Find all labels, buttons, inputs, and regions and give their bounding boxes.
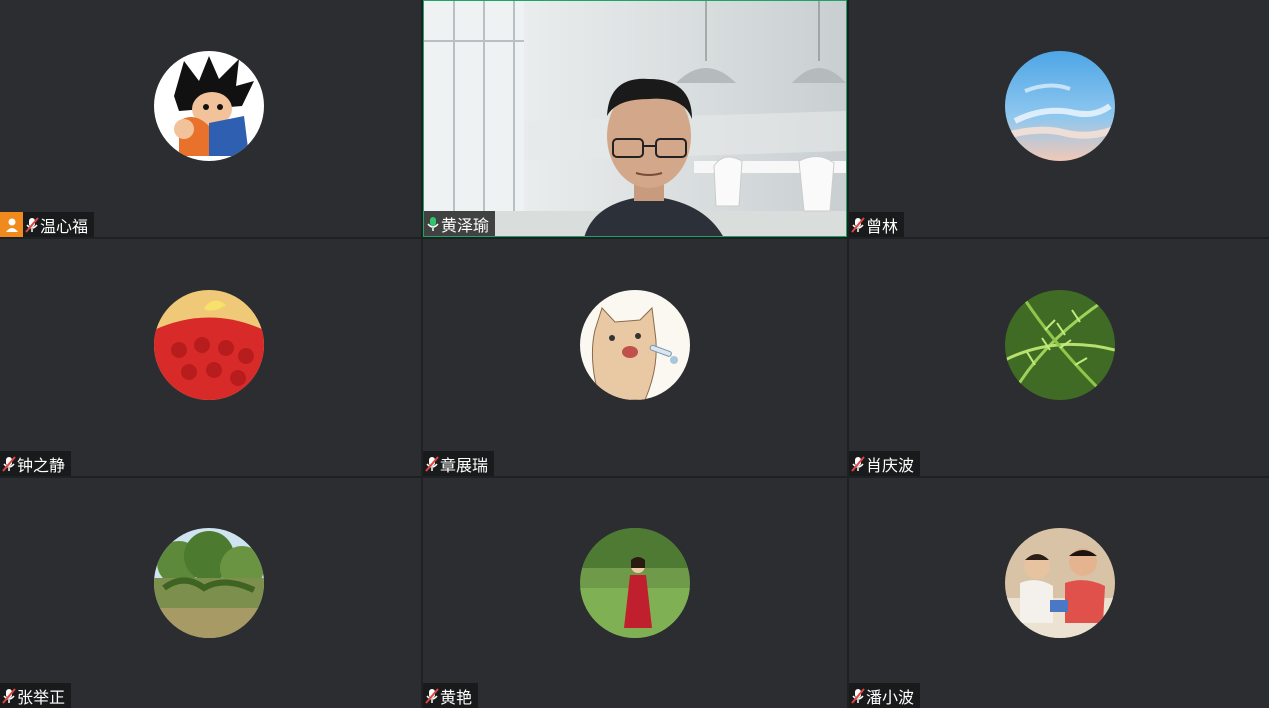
children-playing-avatar <box>1005 528 1115 638</box>
video-grid: 温心福 黄泽瑜 曾林 钟之静 章展瑞 肖庆波 张举正 黄艳 潘小波 <box>0 0 1269 708</box>
mic-muted-icon <box>851 216 865 233</box>
mic-muted-icon <box>851 687 865 704</box>
mic-muted-icon <box>851 455 865 472</box>
mic-muted-icon <box>25 216 39 233</box>
participant-name-tag: 曾林 <box>849 212 905 237</box>
participant-name-tag: 黄艳 <box>423 683 479 708</box>
participant-name: 黄泽瑜 <box>441 215 490 235</box>
participant-name-tag: 黄泽瑜 <box>424 211 496 236</box>
host-icon <box>0 212 23 237</box>
mic-muted-icon <box>425 455 439 472</box>
red-fruit-avatar <box>154 290 264 400</box>
mic-muted-icon <box>2 455 16 472</box>
participant-name-tag: 肖庆波 <box>849 451 921 476</box>
mic-on-icon <box>426 216 440 232</box>
mic-muted-icon <box>425 687 439 704</box>
participant-name-tag: 张举正 <box>0 683 72 708</box>
participant-tile[interactable]: 温心福 <box>0 0 421 237</box>
cat-drawing-avatar <box>580 290 690 400</box>
participant-tile[interactable]: 肖庆波 <box>849 239 1269 476</box>
participant-name: 章展瑞 <box>440 455 489 475</box>
participant-name-tag: 潘小波 <box>849 683 921 708</box>
blue-sky-avatar <box>1005 51 1115 161</box>
participant-tile[interactable]: 黄艳 <box>423 478 847 708</box>
woman-in-park-avatar <box>580 528 690 638</box>
fern-leaves-avatar <box>1005 290 1115 400</box>
mic-muted-icon <box>2 687 16 704</box>
cartoon-boy-avatar <box>154 51 264 161</box>
participant-name-tag: 钟之静 <box>0 451 72 476</box>
participant-tile[interactable]: 张举正 <box>0 478 421 708</box>
participant-name-tag: 温心福 <box>0 212 95 237</box>
live-video <box>424 1 846 236</box>
participant-name: 曾林 <box>866 216 899 236</box>
participant-tile[interactable]: 潘小波 <box>849 478 1269 708</box>
participant-name: 黄艳 <box>440 687 473 707</box>
participant-tile[interactable]: 章展瑞 <box>423 239 847 476</box>
participant-name: 张举正 <box>17 687 66 707</box>
participant-tile[interactable]: 钟之静 <box>0 239 421 476</box>
participant-name: 温心福 <box>40 216 89 236</box>
participant-name: 钟之静 <box>17 455 66 475</box>
participant-name: 潘小波 <box>866 687 915 707</box>
participant-tile[interactable]: 曾林 <box>849 0 1269 237</box>
participant-tile-active-video[interactable]: 黄泽瑜 <box>423 0 847 237</box>
trees-avatar <box>154 528 264 638</box>
participant-name-tag: 章展瑞 <box>423 451 495 476</box>
participant-name: 肖庆波 <box>866 455 915 475</box>
